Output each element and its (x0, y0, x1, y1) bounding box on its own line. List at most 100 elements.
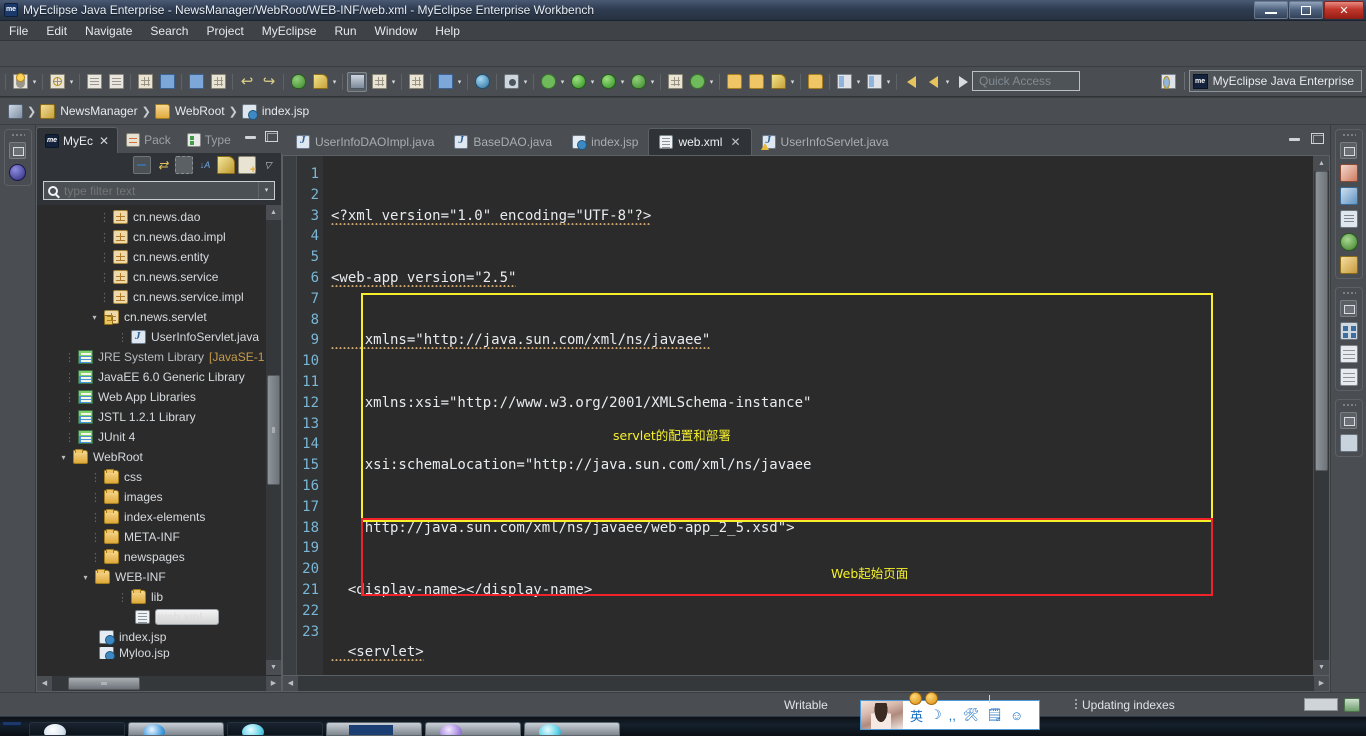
scrollbar-track[interactable] (298, 676, 1314, 691)
perspective-myeclipse-java-enterprise[interactable]: me MyEclipse Java Enterprise (1188, 70, 1362, 92)
myeclipse-explorer-icon[interactable] (9, 164, 26, 181)
scroll-right-icon[interactable]: ▶ (266, 676, 281, 691)
server-button[interactable] (369, 72, 389, 92)
tree-expander-icon[interactable]: ▾ (59, 453, 68, 462)
scrollbar-track[interactable] (1314, 171, 1329, 660)
tree-expander-icon[interactable]: ▾ (90, 313, 99, 322)
tree-row[interactable]: ⋮ cn.news.dao (37, 207, 265, 227)
maximize-editor-icon[interactable] (1310, 131, 1324, 145)
moon-icon[interactable]: ☽ (930, 707, 942, 723)
collapse-all-icon[interactable] (133, 156, 151, 174)
tab-type-hierarchy[interactable]: Type (179, 127, 239, 153)
open-folder-button[interactable] (746, 72, 766, 92)
sort-icon[interactable]: ↓A (196, 156, 214, 174)
menu-myeclipse[interactable]: MyEclipse (253, 22, 326, 40)
tree-row[interactable]: ▾ cn.news.servlet (37, 307, 265, 327)
tab-web-xml[interactable]: web.xml ✕ (648, 128, 752, 155)
open-type-dropdown-icon[interactable]: ▾ (455, 72, 464, 92)
forward-history-button[interactable] (923, 72, 943, 92)
code-line[interactable]: <?xml version="1.0" encoding="UTF-8"?> (331, 206, 1313, 227)
new-project-dropdown-icon[interactable]: ▾ (67, 72, 76, 92)
server-dropdown-icon[interactable]: ▾ (389, 72, 398, 92)
run-last-dropdown-icon[interactable]: ▾ (618, 72, 627, 92)
next-annotation-button[interactable] (834, 72, 854, 92)
punctuation-icon[interactable]: ,, (949, 708, 956, 723)
code-editor[interactable]: 1 2 3 4 5 6 7 8 9 10 11 12 13 14 15 16 1 (282, 155, 1330, 676)
tab-myeclipse-explorer[interactable]: me MyEc ✕ (36, 127, 119, 153)
db-browser-view-icon[interactable] (1339, 187, 1358, 205)
menu-project[interactable]: Project (197, 22, 252, 40)
scrollbar-track[interactable] (266, 220, 281, 660)
tree-row[interactable]: ⋮ JSTL 1.2.1 Library (37, 407, 265, 427)
taskbar-item[interactable] (326, 722, 422, 736)
scrollbar-thumb[interactable] (68, 677, 140, 690)
debug-button[interactable] (288, 72, 308, 92)
web-browser-view-icon[interactable] (1339, 256, 1358, 274)
scrollbar-thumb[interactable] (1315, 171, 1328, 471)
tree-row[interactable]: ⋮ JavaEE 6.0 Generic Library (37, 367, 265, 387)
snapshot-button[interactable] (501, 72, 521, 92)
tree-row[interactable]: ▾ WebRoot (37, 447, 265, 467)
drag-handle-icon[interactable] (1341, 403, 1356, 407)
close-icon[interactable]: ✕ (99, 134, 109, 148)
external-tools-dropdown-icon[interactable]: ▾ (707, 72, 716, 92)
taskbar-item[interactable] (425, 722, 521, 736)
profile-button[interactable] (538, 72, 558, 92)
ime-language-toggle[interactable]: 英 (910, 706, 923, 725)
menu-edit[interactable]: Edit (37, 22, 76, 40)
restore-view-icon[interactable] (1340, 412, 1357, 429)
taskbar-start-area[interactable] (0, 722, 26, 736)
web-browser-button[interactable] (472, 72, 492, 92)
code-scroll-area[interactable]: <?xml version="1.0" encoding="UTF-8"?> <… (323, 156, 1313, 675)
restore-view-icon[interactable] (1340, 300, 1357, 317)
run-config-dropdown-icon[interactable]: ▾ (588, 72, 597, 92)
tab-index-jsp[interactable]: index.jsp (562, 128, 648, 155)
outline-view-icon[interactable] (1339, 322, 1358, 340)
undo-button[interactable]: ↩ (237, 72, 257, 92)
code-line[interactable]: xmlns="http://java.sun.com/xml/ns/javaee… (331, 330, 1313, 351)
console-view-icon[interactable] (1339, 210, 1358, 228)
tree-row[interactable]: ⋮ lib (37, 587, 265, 607)
breadcrumb-item-newsmanager[interactable]: NewsManager (40, 103, 138, 119)
scrollbar-thumb[interactable] (267, 375, 280, 485)
add-deployment-icon[interactable] (238, 156, 256, 176)
tree-row[interactable]: ⋮ cn.news.dao.impl (37, 227, 265, 247)
drag-handle-icon[interactable] (10, 133, 25, 137)
focus-on-active-task-icon[interactable] (175, 156, 193, 174)
tree-row[interactable]: ⋮ META-INF (37, 527, 265, 547)
scroll-up-icon[interactable]: ▲ (1314, 156, 1329, 171)
code-line[interactable]: <servlet> (331, 642, 1313, 663)
menu-run[interactable]: Run (325, 22, 365, 40)
drag-handle-icon[interactable] (1341, 133, 1356, 137)
window-title-bar[interactable]: me MyEclipse Java Enterprise - NewsManag… (0, 0, 1366, 21)
explorer-tree[interactable]: ⋮ cn.news.dao ⋮ cn.news.dao.impl ⋮ cn.ne… (37, 205, 281, 675)
scroll-right-icon[interactable]: ▶ (1314, 676, 1329, 691)
customize-icon[interactable] (217, 156, 235, 174)
filter-input[interactable] (62, 182, 254, 199)
servers-view-icon[interactable] (1339, 164, 1358, 182)
scroll-down-icon[interactable]: ▼ (1314, 660, 1329, 675)
profile-dropdown-icon[interactable]: ▾ (558, 72, 567, 92)
restore-button[interactable] (1289, 1, 1323, 19)
restore-view-icon[interactable] (1340, 142, 1357, 159)
tree-row[interactable]: ⋮ JRE System Library [JavaSE-1. (37, 347, 265, 367)
previous-annotation-dropdown-icon[interactable]: ▾ (884, 72, 893, 92)
console-button[interactable] (186, 72, 206, 92)
minimize-view-icon[interactable] (244, 129, 258, 143)
tab-package-explorer[interactable]: Pack (118, 127, 179, 153)
tree-row[interactable]: ⋮ cn.news.service (37, 267, 265, 287)
close-button[interactable]: ✕ (1324, 1, 1364, 19)
scrollbar-track[interactable] (52, 676, 266, 691)
smiley-icon[interactable]: ☺ (1010, 708, 1023, 723)
menu-help[interactable]: Help (426, 22, 469, 40)
taskbar-item[interactable] (524, 722, 620, 736)
toggle-ruler-button[interactable] (157, 72, 177, 92)
editor-horizontal-scrollbar[interactable]: ◀ ▶ (282, 676, 1330, 692)
tab-userinfoservlet-java[interactable]: UserInfoServlet.java (752, 128, 899, 155)
code-line[interactable]: http://java.sun.com/xml/ns/javaee/web-ap… (331, 518, 1313, 539)
scroll-down-icon[interactable]: ▼ (266, 660, 281, 675)
taskbar-item[interactable] (227, 722, 323, 736)
ime-notification-badges[interactable] (909, 692, 938, 705)
tree-row[interactable]: ⋮ JUnit 4 (37, 427, 265, 447)
tree-row-selected-webxml[interactable]: web.xml (37, 607, 265, 627)
